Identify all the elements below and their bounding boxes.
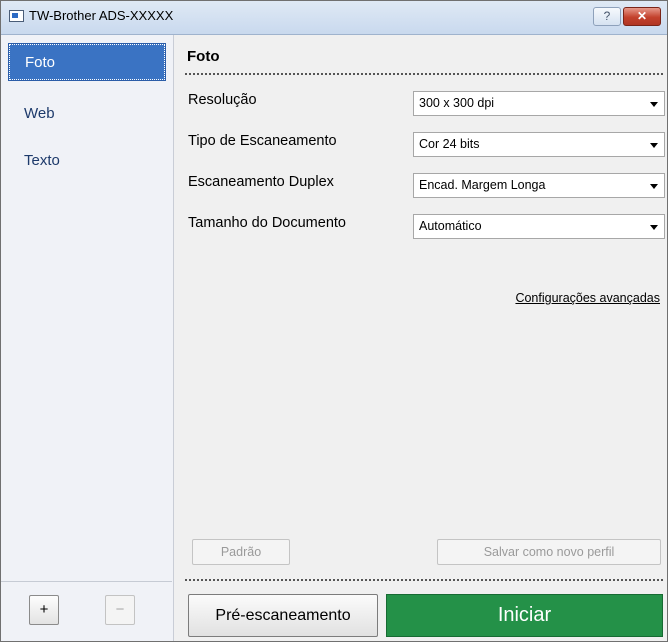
scan-type-value: Cor 24 bits xyxy=(419,137,480,151)
document-size-value: Automático xyxy=(419,219,482,233)
scan-type-select[interactable]: Cor 24 bits xyxy=(413,132,665,157)
remove-profile-button[interactable]: − xyxy=(105,595,135,625)
resolution-select[interactable]: 300 x 300 dpi xyxy=(413,91,665,116)
duplex-select[interactable]: Encad. Margem Longa xyxy=(413,173,665,198)
sidebar-item-foto[interactable]: Foto xyxy=(8,43,166,81)
default-button[interactable]: Padrão xyxy=(192,539,290,565)
chevron-down-icon xyxy=(650,143,658,148)
duplex-label: Escaneamento Duplex xyxy=(188,174,334,190)
window-title: TW-Brother ADS-XXXXX xyxy=(29,8,174,23)
settings-panel: Foto Resolução 300 x 300 dpi Tipo de Esc… xyxy=(174,35,667,641)
advanced-settings-link[interactable]: Configurações avançadas xyxy=(515,291,660,305)
duplex-value: Encad. Margem Longa xyxy=(419,178,546,192)
document-size-select[interactable]: Automático xyxy=(413,214,665,239)
title-bar[interactable]: TW-Brother ADS-XXXXX ? ✕ xyxy=(1,1,667,35)
sidebar-item-texto[interactable]: Texto xyxy=(9,143,165,179)
sidebar-item-web[interactable]: Web xyxy=(9,96,165,132)
resolution-value: 300 x 300 dpi xyxy=(419,96,495,110)
start-button[interactable]: Iniciar xyxy=(386,594,663,637)
document-size-label: Tamanho do Documento xyxy=(188,215,346,231)
scanner-app-icon xyxy=(9,10,24,22)
profile-sidebar: Foto Web Texto + − xyxy=(1,35,174,641)
section-title: Foto xyxy=(187,48,220,65)
prescan-button[interactable]: Pré-escaneamento xyxy=(188,594,378,637)
scan-dialog-window: TW-Brother ADS-XXXXX ? ✕ Foto Web Texto … xyxy=(0,0,668,642)
sidebar-divider xyxy=(1,581,172,582)
chevron-down-icon xyxy=(650,225,658,230)
save-as-new-profile-button[interactable]: Salvar como novo perfil xyxy=(437,539,661,565)
scan-type-label: Tipo de Escaneamento xyxy=(188,133,337,149)
add-profile-button[interactable]: + xyxy=(29,595,59,625)
close-button[interactable]: ✕ xyxy=(623,7,661,26)
bottom-divider xyxy=(185,579,663,581)
chevron-down-icon xyxy=(650,102,658,107)
resolution-label: Resolução xyxy=(188,92,257,108)
title-divider xyxy=(185,73,663,75)
chevron-down-icon xyxy=(650,184,658,189)
help-button[interactable]: ? xyxy=(593,7,621,26)
